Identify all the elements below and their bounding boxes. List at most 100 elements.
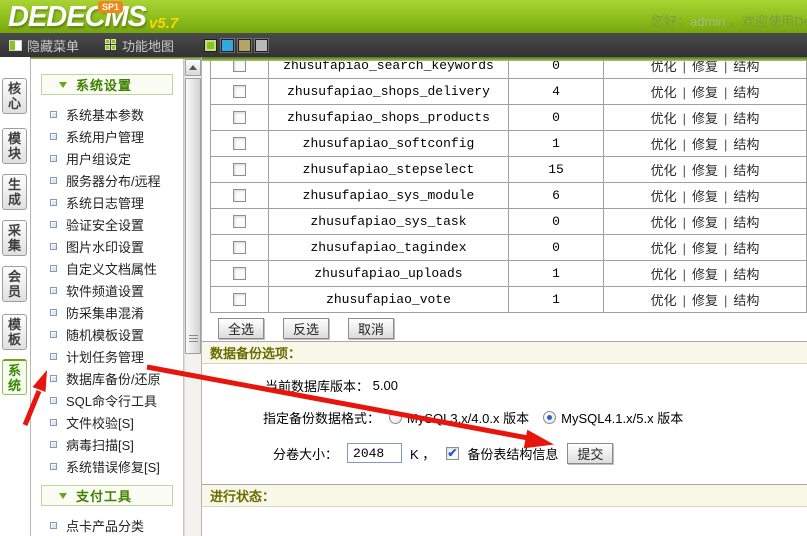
menu-section-header[interactable]: 支付工具 [41, 485, 173, 506]
sidebar-menu-item[interactable]: 病毒扫描[S] [31, 433, 183, 455]
backup-structure-checkbox[interactable] [446, 447, 459, 460]
action-link-2[interactable]: 修复 [692, 241, 718, 256]
skin-color-swatch[interactable] [221, 39, 234, 52]
action-link-3[interactable]: 结构 [733, 111, 759, 126]
mysql-format-option-2[interactable]: MySQL4.1.x/5.x 版本 [543, 408, 683, 427]
row-checkbox[interactable] [233, 61, 246, 72]
module-tab-7[interactable]: 系统 [2, 359, 27, 395]
row-actions-cell: 优化|修复|结构 [604, 131, 807, 157]
action-link-2[interactable]: 修复 [692, 293, 718, 308]
row-checkbox[interactable] [233, 111, 246, 124]
record-count-cell: 15 [509, 157, 604, 183]
action-link-1[interactable]: 优化 [651, 61, 677, 74]
cancel-selection-button[interactable]: 取消 [348, 318, 394, 339]
action-link-3[interactable]: 结构 [733, 293, 759, 308]
action-link-1[interactable]: 优化 [651, 85, 677, 100]
action-link-2[interactable]: 修复 [692, 137, 718, 152]
menu-item-label: 点卡产品分类 [66, 516, 144, 535]
sidebar-menu-item[interactable]: 服务器分布/远程 [31, 169, 183, 191]
action-link-3[interactable]: 结构 [733, 267, 759, 282]
row-checkbox[interactable] [233, 189, 246, 202]
sidebar-scrollbar[interactable] [184, 59, 201, 536]
module-tab-6[interactable]: 模板 [2, 314, 27, 350]
sidebar-menu-item[interactable]: 系统错误修复[S] [31, 455, 183, 477]
module-tab-4[interactable]: 采集 [2, 220, 27, 256]
action-link-3[interactable]: 结构 [733, 189, 759, 204]
volume-size-input[interactable] [347, 443, 402, 463]
hide-menu-button[interactable]: 隐藏菜单 [9, 36, 79, 55]
action-link-1[interactable]: 优化 [651, 189, 677, 204]
sidebar-menu-item[interactable]: 图片水印设置 [31, 235, 183, 257]
action-link-3[interactable]: 结构 [733, 215, 759, 230]
action-link-1[interactable]: 优化 [651, 215, 677, 230]
submit-button[interactable]: 提交 [567, 443, 613, 464]
action-link-2[interactable]: 修复 [692, 267, 718, 282]
mysql-format-option-1[interactable]: MySQL3.x/4.0.x 版本 [389, 408, 529, 427]
invert-selection-button[interactable]: 反选 [283, 318, 329, 339]
action-link-1[interactable]: 优化 [651, 111, 677, 126]
progress-status-header: 进行状态： [202, 484, 807, 507]
action-link-2[interactable]: 修复 [692, 215, 718, 230]
row-checkbox[interactable] [233, 85, 246, 98]
row-checkbox[interactable] [233, 163, 246, 176]
action-link-1[interactable]: 优化 [651, 163, 677, 178]
menu-item-label: 系统用户管理 [66, 127, 144, 146]
action-link-1[interactable]: 优化 [651, 267, 677, 282]
row-checkbox[interactable] [233, 267, 246, 280]
skin-color-swatch[interactable] [255, 39, 268, 52]
scrollbar-thumb[interactable] [185, 78, 201, 354]
action-link-2[interactable]: 修复 [692, 61, 718, 74]
action-separator: | [683, 137, 686, 152]
skin-color-swatch[interactable] [238, 39, 251, 52]
module-tab-label: 系统 [8, 363, 22, 393]
module-tab-label: 会员 [8, 269, 22, 299]
sidebar-menu-item[interactable]: 验证安全设置 [31, 213, 183, 235]
row-checkbox[interactable] [233, 293, 246, 306]
action-link-3[interactable]: 结构 [733, 241, 759, 256]
action-link-3[interactable]: 结构 [733, 61, 759, 74]
action-link-2[interactable]: 修复 [692, 163, 718, 178]
table-name-cell: zhusufapiao_tagindex [269, 235, 509, 261]
scrollbar-up-button[interactable] [185, 59, 201, 76]
sidebar-menu-item[interactable]: 点卡产品分类 [31, 514, 183, 536]
module-tab-2[interactable]: 模块 [2, 128, 27, 164]
action-link-3[interactable]: 结构 [733, 85, 759, 100]
sidebar-menu-item[interactable]: 自定义文档属性 [31, 257, 183, 279]
mysql-format-radio[interactable] [389, 411, 402, 424]
table-row: zhusufapiao_shops_products0优化|修复|结构 [211, 105, 807, 131]
action-link-2[interactable]: 修复 [692, 111, 718, 126]
menu-items-list: 系统基本参数系统用户管理用户组设定服务器分布/远程系统日志管理验证安全设置图片水… [31, 103, 183, 477]
sidebar-menu-item[interactable]: 系统基本参数 [31, 103, 183, 125]
action-link-1[interactable]: 优化 [651, 137, 677, 152]
action-link-1[interactable]: 优化 [651, 241, 677, 256]
action-link-1[interactable]: 优化 [651, 293, 677, 308]
sidebar-menu-item[interactable]: 文件校验[S] [31, 411, 183, 433]
sidebar-menu-item[interactable]: 数据库备份/还原 [31, 367, 183, 389]
select-all-button[interactable]: 全选 [218, 318, 264, 339]
sidebar-menu-item[interactable]: 计划任务管理 [31, 345, 183, 367]
sidebar-menu-item[interactable]: 软件频道设置 [31, 279, 183, 301]
skin-color-swatch[interactable] [204, 39, 217, 52]
selection-buttons: 全选 反选 取消 [218, 318, 807, 339]
sidebar-menu-item[interactable]: 用户组设定 [31, 147, 183, 169]
table-name-cell: zhusufapiao_sys_module [269, 183, 509, 209]
sidebar-menu-item[interactable]: SQL命令行工具 [31, 389, 183, 411]
feature-map-button[interactable]: 功能地图 [105, 36, 174, 55]
sidebar-menu-item[interactable]: 系统用户管理 [31, 125, 183, 147]
menu-item-label: 系统日志管理 [66, 193, 144, 212]
action-link-3[interactable]: 结构 [733, 163, 759, 178]
mysql-format-radio[interactable] [543, 411, 556, 424]
action-link-3[interactable]: 结构 [733, 137, 759, 152]
sidebar-menu-item[interactable]: 随机模板设置 [31, 323, 183, 345]
sidebar-menu-item[interactable]: 防采集串混淆 [31, 301, 183, 323]
row-checkbox[interactable] [233, 137, 246, 150]
module-tab-3[interactable]: 生成 [2, 174, 27, 210]
action-link-2[interactable]: 修复 [692, 85, 718, 100]
sidebar-menu-item[interactable]: 系统日志管理 [31, 191, 183, 213]
row-checkbox[interactable] [233, 215, 246, 228]
module-tab-5[interactable]: 会员 [2, 266, 27, 302]
action-link-2[interactable]: 修复 [692, 189, 718, 204]
module-tab-1[interactable]: 核心 [2, 78, 27, 114]
menu-section-header[interactable]: 系统设置 [41, 74, 173, 95]
row-checkbox[interactable] [233, 241, 246, 254]
